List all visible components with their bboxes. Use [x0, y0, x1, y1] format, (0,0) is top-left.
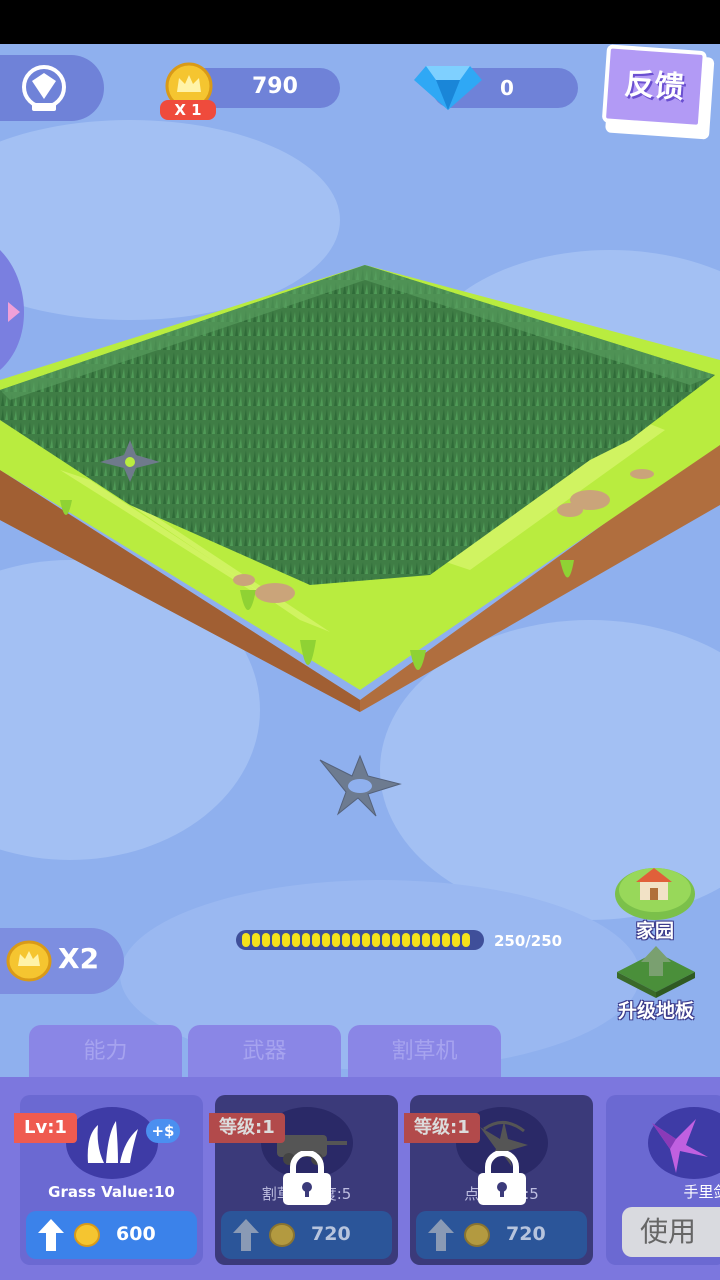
progress-segment: [372, 933, 380, 947]
arrow-up-icon: [38, 1219, 64, 1251]
diamond-icon: [414, 66, 482, 110]
buy-upgrade-button[interactable]: 720: [416, 1211, 587, 1259]
progress-segment: [272, 933, 280, 947]
progress-segment: [342, 933, 350, 947]
progress-segment: [302, 933, 310, 947]
card-name: Grass Value:10: [48, 1183, 175, 1201]
progress-segment: [322, 933, 330, 947]
feedback-button[interactable]: 反馈: [601, 44, 717, 140]
mow-progress-bar: [236, 930, 484, 950]
house-icon: [615, 868, 695, 920]
trophy-badge-icon: [22, 65, 66, 111]
progress-segment: [432, 933, 440, 947]
progress-segment: [352, 933, 360, 947]
progress-segment: [392, 933, 400, 947]
progress-segment: [442, 933, 450, 947]
game-screen: 790 X 1 0 反馈 家园 升级地板 250/250 X2 能力 武器 割草…: [0, 0, 720, 1280]
buy-upgrade-button[interactable]: 600: [26, 1211, 197, 1259]
achievement-button[interactable]: [0, 55, 104, 121]
level-badge: 等级:1: [209, 1113, 285, 1143]
buy-upgrade-button[interactable]: 720: [221, 1211, 392, 1259]
shuriken-icon: [652, 1119, 708, 1173]
crown-coin-icon: [6, 940, 52, 982]
progress-segment: [382, 933, 390, 947]
shuriken-icon[interactable]: [318, 754, 402, 818]
progress-text: 250/250: [494, 932, 563, 950]
progress-segment: [292, 933, 300, 947]
tab-abilities[interactable]: 能力: [29, 1025, 182, 1079]
status-bar: [0, 0, 720, 44]
boost-label: X2: [58, 942, 100, 975]
coin-icon: [464, 1223, 490, 1247]
progress-segment: [422, 933, 430, 947]
progress-segment: [282, 933, 290, 947]
feedback-label: 反馈: [601, 44, 707, 130]
double-coins-button[interactable]: X2: [0, 928, 124, 994]
use-button[interactable]: 使用: [622, 1207, 720, 1257]
progress-segment: [402, 933, 410, 947]
level-badge: Lv:1: [14, 1113, 77, 1143]
price: 600: [116, 1223, 156, 1245]
coin-icon: [269, 1223, 295, 1247]
upgrade-land-label: 升级地板: [617, 1000, 694, 1022]
value-badge: +$: [146, 1119, 180, 1143]
progress-segment: [462, 933, 470, 947]
progress-fill: [242, 933, 478, 947]
upgrade-card-mower-speed[interactable]: 等级:1 割草机速度:5 720: [209, 1095, 398, 1265]
coin-icon: [74, 1223, 100, 1247]
coin-count: 790: [252, 74, 298, 99]
side-drawer-handle[interactable]: [0, 250, 36, 370]
progress-segment: [332, 933, 340, 947]
progress-segment: [362, 933, 370, 947]
lock-icon: [478, 1151, 526, 1205]
progress-segment: [242, 933, 250, 947]
card-name: 手里剑: [683, 1183, 720, 1201]
grass-icon: [87, 1121, 138, 1163]
level-badge: 等级:1: [404, 1113, 480, 1143]
weapon-card-shuriken[interactable]: 手里剑 使用: [606, 1095, 720, 1265]
home-label: 家园: [635, 920, 674, 942]
home-button[interactable]: 家园: [612, 860, 698, 942]
price: 720: [311, 1223, 351, 1245]
tab-weapons[interactable]: 武器: [188, 1025, 341, 1079]
progress-segment: [412, 933, 420, 947]
progress-segment: [312, 933, 320, 947]
arrow-up-icon: [233, 1219, 259, 1251]
progress-segment: [262, 933, 270, 947]
price: 720: [506, 1223, 546, 1245]
progress-segment: [452, 933, 460, 947]
land-upgrade-icon: [617, 946, 695, 998]
progress-segment: [252, 933, 260, 947]
coin-multiplier-badge: X 1: [160, 100, 216, 120]
arrow-up-icon: [428, 1219, 454, 1251]
gem-count: 0: [500, 76, 514, 100]
upgrade-land-button[interactable]: 升级地板: [604, 942, 708, 1022]
upgrade-card-grass-value[interactable]: Lv:1 +$ Grass Value:10 600: [14, 1095, 203, 1265]
lock-icon: [283, 1151, 331, 1205]
tab-mower[interactable]: 割草机: [348, 1025, 501, 1079]
upgrade-card-click-speed[interactable]: 等级:1 点击速度:5 720: [404, 1095, 593, 1265]
